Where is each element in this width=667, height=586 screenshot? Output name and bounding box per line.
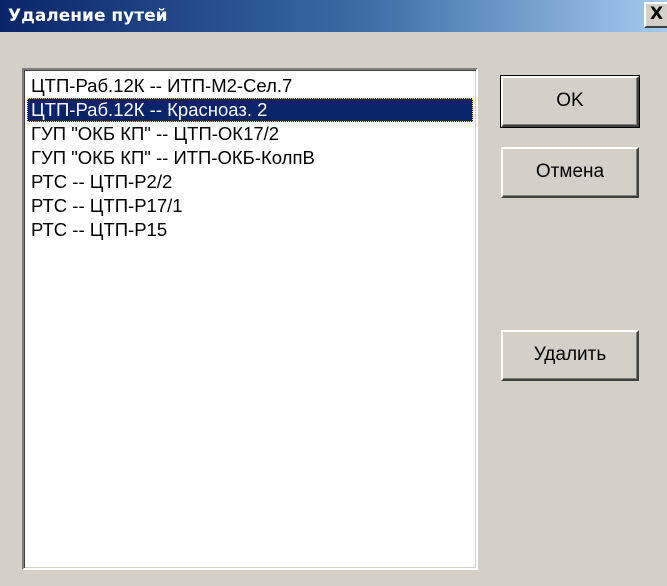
- list-item[interactable]: ГУП "ОКБ КП" -- ИТП-ОКБ-КолпВ: [27, 146, 473, 170]
- paths-list: ЦТП-Раб.12К -- ИТП-М2-Сел.7 ЦТП-Раб.12К …: [27, 74, 473, 242]
- list-item[interactable]: РТС -- ЦТП-Р2/2: [27, 170, 473, 194]
- title-bar[interactable]: Удаление путей X: [0, 0, 667, 36]
- list-item[interactable]: РТС -- ЦТП-Р15: [27, 218, 473, 242]
- cancel-button[interactable]: Отмена: [501, 147, 639, 198]
- delete-button[interactable]: Удалить: [501, 330, 639, 381]
- close-icon: X: [649, 4, 664, 24]
- paths-listbox[interactable]: ЦТП-Раб.12К -- ИТП-М2-Сел.7 ЦТП-Раб.12К …: [22, 68, 478, 570]
- ok-button[interactable]: OK: [500, 75, 640, 128]
- list-item[interactable]: РТС -- ЦТП-Р17/1: [27, 194, 473, 218]
- delete-paths-dialog: Удаление путей X ЦТП-Раб.12К -- ИТП-М2-С…: [0, 0, 667, 586]
- list-item-selected[interactable]: ЦТП-Раб.12К -- Красноаз. 2: [27, 98, 473, 122]
- list-item[interactable]: ГУП "ОКБ КП" -- ЦТП-ОК17/2: [27, 122, 473, 146]
- close-button[interactable]: X: [644, 2, 667, 28]
- list-item[interactable]: ЦТП-Раб.12К -- ИТП-М2-Сел.7: [27, 74, 473, 98]
- window-title: Удаление путей: [8, 6, 168, 26]
